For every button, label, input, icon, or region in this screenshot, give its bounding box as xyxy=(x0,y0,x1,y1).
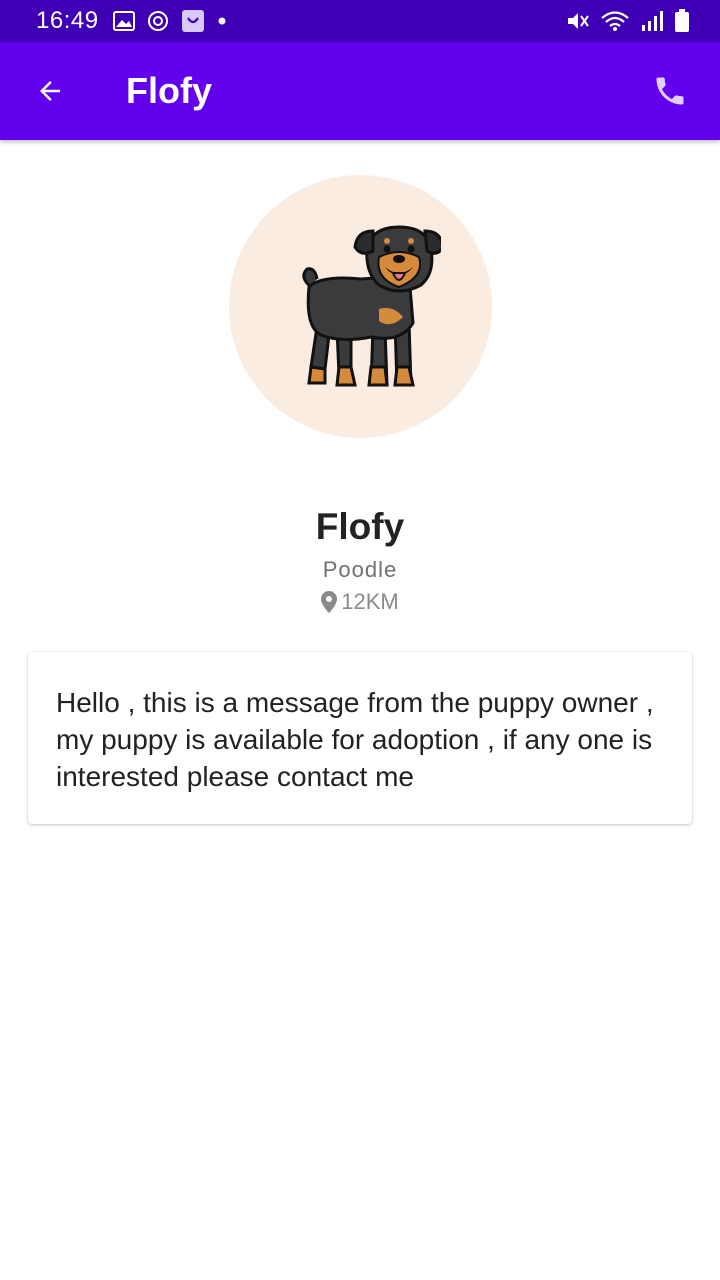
signal-icon xyxy=(642,11,663,31)
phone-icon xyxy=(656,77,684,105)
pet-name: Flofy xyxy=(315,506,405,547)
app-bar: Flofy xyxy=(0,42,720,140)
status-bar: 16:49 xyxy=(0,0,720,42)
distance-label: 12KM xyxy=(341,589,399,614)
status-system-icons xyxy=(566,9,690,33)
arrow-back-icon xyxy=(40,81,60,101)
pet-avatar xyxy=(229,175,492,438)
location-pin-icon xyxy=(321,591,338,613)
owner-message-text: Hello , this is a message from the puppy… xyxy=(56,687,654,792)
status-time: 16:49 xyxy=(36,7,99,34)
dot-icon xyxy=(218,17,226,25)
sync-icon xyxy=(147,11,168,31)
battery-icon xyxy=(675,9,689,32)
pet-distance: 12KM xyxy=(0,589,720,615)
call-button[interactable] xyxy=(620,42,720,140)
image-icon xyxy=(112,11,135,31)
mute-icon xyxy=(568,13,589,29)
shop-icon xyxy=(181,10,204,32)
pet-breed: Poodle xyxy=(322,557,398,582)
dog-illustration xyxy=(301,224,441,386)
back-button[interactable] xyxy=(0,42,100,140)
owner-message-card: Hello , this is a message from the puppy… xyxy=(28,652,692,824)
wifi-icon xyxy=(601,11,629,31)
page-title: Flofy xyxy=(126,70,212,111)
status-notification-icons xyxy=(112,9,227,33)
